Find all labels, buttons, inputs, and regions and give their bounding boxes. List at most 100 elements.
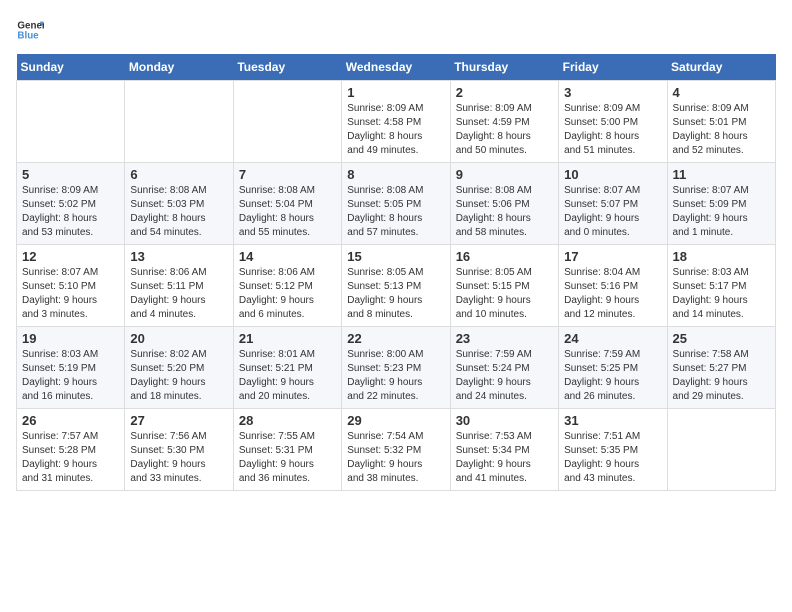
- calendar-cell: 3 Sunrise: 8:09 AM Sunset: 5:00 PM Daylig…: [559, 81, 667, 163]
- svg-text:Blue: Blue: [17, 30, 39, 41]
- day-number: 29: [347, 413, 444, 428]
- calendar-cell: 7 Sunrise: 8:08 AM Sunset: 5:04 PM Daylig…: [233, 163, 341, 245]
- weekday-header: Sunday: [17, 54, 125, 81]
- day-info: Sunrise: 8:04 AM Sunset: 5:16 PM Dayligh…: [564, 266, 661, 322]
- day-info: Sunrise: 7:58 AM Sunset: 5:27 PM Dayligh…: [673, 348, 770, 404]
- day-info: Sunrise: 8:06 AM Sunset: 5:12 PM Dayligh…: [239, 266, 336, 322]
- day-info: Sunrise: 8:01 AM Sunset: 5:21 PM Dayligh…: [239, 348, 336, 404]
- day-number: 10: [564, 167, 661, 182]
- day-number: 9: [456, 167, 553, 182]
- day-number: 1: [347, 85, 444, 100]
- weekday-header: Thursday: [450, 54, 558, 81]
- calendar-cell: 26 Sunrise: 7:57 AM Sunset: 5:28 PM Dayli…: [17, 409, 125, 491]
- weekday-header: Wednesday: [342, 54, 450, 81]
- calendar-cell: 30Sunrise: 7:53 AM Sunset: 5:34 PM Dayli…: [450, 409, 558, 491]
- day-number: 28: [239, 413, 336, 428]
- day-number: 8: [347, 167, 444, 182]
- day-number: 16: [456, 249, 553, 264]
- day-number: 11: [673, 167, 770, 182]
- day-number: 26: [22, 413, 119, 428]
- day-number: 17: [564, 249, 661, 264]
- calendar-cell: 31 Sunrise: 7:51 AM Sunset: 5:35 PM Dayli…: [559, 409, 667, 491]
- day-info: Sunrise: 8:05 AM Sunset: 5:13 PM Dayligh…: [347, 266, 444, 322]
- day-number: 19: [22, 331, 119, 346]
- day-number: 22: [347, 331, 444, 346]
- day-number: 15: [347, 249, 444, 264]
- day-number: 18: [673, 249, 770, 264]
- day-number: 14: [239, 249, 336, 264]
- day-info: Sunrise: 8:08 AM Sunset: 5:05 PM Dayligh…: [347, 184, 444, 240]
- day-info: Sunrise: 8:07 AM Sunset: 5:10 PM Dayligh…: [22, 266, 119, 322]
- calendar-cell: 4Sunrise: 8:09 AM Sunset: 5:01 PM Daylig…: [667, 81, 775, 163]
- calendar-cell: 9 Sunrise: 8:08 AM Sunset: 5:06 PM Daylig…: [450, 163, 558, 245]
- calendar-cell: [233, 81, 341, 163]
- day-number: 7: [239, 167, 336, 182]
- day-info: Sunrise: 7:53 AM Sunset: 5:34 PM Dayligh…: [456, 430, 553, 486]
- day-info: Sunrise: 8:06 AM Sunset: 5:11 PM Dayligh…: [130, 266, 227, 322]
- calendar-cell: [17, 81, 125, 163]
- logo-icon: General Blue: [16, 16, 44, 44]
- day-info: Sunrise: 7:56 AM Sunset: 5:30 PM Dayligh…: [130, 430, 227, 486]
- calendar-cell: 11Sunrise: 8:07 AM Sunset: 5:09 PM Dayli…: [667, 163, 775, 245]
- day-info: Sunrise: 8:03 AM Sunset: 5:17 PM Dayligh…: [673, 266, 770, 322]
- calendar-cell: 16 Sunrise: 8:05 AM Sunset: 5:15 PM Dayli…: [450, 245, 558, 327]
- calendar-cell: 28 Sunrise: 7:55 AM Sunset: 5:31 PM Dayli…: [233, 409, 341, 491]
- calendar-cell: 29 Sunrise: 7:54 AM Sunset: 5:32 PM Dayli…: [342, 409, 450, 491]
- day-number: 23: [456, 331, 553, 346]
- day-info: Sunrise: 8:08 AM Sunset: 5:04 PM Dayligh…: [239, 184, 336, 240]
- day-number: 13: [130, 249, 227, 264]
- calendar-cell: 8 Sunrise: 8:08 AM Sunset: 5:05 PM Daylig…: [342, 163, 450, 245]
- day-number: 20: [130, 331, 227, 346]
- calendar-cell: 17 Sunrise: 8:04 AM Sunset: 5:16 PM Dayli…: [559, 245, 667, 327]
- day-info: Sunrise: 7:59 AM Sunset: 5:25 PM Dayligh…: [564, 348, 661, 404]
- calendar-cell: 23 Sunrise: 7:59 AM Sunset: 5:24 PM Dayli…: [450, 327, 558, 409]
- day-info: Sunrise: 8:09 AM Sunset: 5:00 PM Dayligh…: [564, 102, 661, 158]
- day-info: Sunrise: 7:55 AM Sunset: 5:31 PM Dayligh…: [239, 430, 336, 486]
- day-info: Sunrise: 7:54 AM Sunset: 5:32 PM Dayligh…: [347, 430, 444, 486]
- day-number: 24: [564, 331, 661, 346]
- day-number: 21: [239, 331, 336, 346]
- calendar-cell: 20 Sunrise: 8:02 AM Sunset: 5:20 PM Dayli…: [125, 327, 233, 409]
- calendar-cell: 24 Sunrise: 7:59 AM Sunset: 5:25 PM Dayli…: [559, 327, 667, 409]
- day-info: Sunrise: 8:08 AM Sunset: 5:03 PM Dayligh…: [130, 184, 227, 240]
- day-info: Sunrise: 7:59 AM Sunset: 5:24 PM Dayligh…: [456, 348, 553, 404]
- calendar-cell: 5Sunrise: 8:09 AM Sunset: 5:02 PM Daylig…: [17, 163, 125, 245]
- day-info: Sunrise: 8:09 AM Sunset: 4:59 PM Dayligh…: [456, 102, 553, 158]
- day-info: Sunrise: 8:05 AM Sunset: 5:15 PM Dayligh…: [456, 266, 553, 322]
- day-info: Sunrise: 8:00 AM Sunset: 5:23 PM Dayligh…: [347, 348, 444, 404]
- calendar-cell: 22 Sunrise: 8:00 AM Sunset: 5:23 PM Dayli…: [342, 327, 450, 409]
- weekday-header: Saturday: [667, 54, 775, 81]
- day-number: 31: [564, 413, 661, 428]
- weekday-header: Friday: [559, 54, 667, 81]
- day-number: 12: [22, 249, 119, 264]
- calendar-cell: 19Sunrise: 8:03 AM Sunset: 5:19 PM Dayli…: [17, 327, 125, 409]
- day-info: Sunrise: 8:07 AM Sunset: 5:07 PM Dayligh…: [564, 184, 661, 240]
- calendar-cell: 15 Sunrise: 8:05 AM Sunset: 5:13 PM Dayli…: [342, 245, 450, 327]
- logo: General Blue: [16, 16, 44, 44]
- calendar-table: SundayMondayTuesdayWednesdayThursdayFrid…: [16, 54, 776, 491]
- calendar-cell: 18 Sunrise: 8:03 AM Sunset: 5:17 PM Dayli…: [667, 245, 775, 327]
- calendar-cell: 6 Sunrise: 8:08 AM Sunset: 5:03 PM Daylig…: [125, 163, 233, 245]
- day-number: 3: [564, 85, 661, 100]
- day-number: 2: [456, 85, 553, 100]
- calendar-cell: 25 Sunrise: 7:58 AM Sunset: 5:27 PM Dayli…: [667, 327, 775, 409]
- calendar-cell: [125, 81, 233, 163]
- day-number: 25: [673, 331, 770, 346]
- calendar-cell: 21 Sunrise: 8:01 AM Sunset: 5:21 PM Dayli…: [233, 327, 341, 409]
- day-info: Sunrise: 7:51 AM Sunset: 5:35 PM Dayligh…: [564, 430, 661, 486]
- day-number: 27: [130, 413, 227, 428]
- day-info: Sunrise: 8:08 AM Sunset: 5:06 PM Dayligh…: [456, 184, 553, 240]
- calendar-cell: 13 Sunrise: 8:06 AM Sunset: 5:11 PM Dayli…: [125, 245, 233, 327]
- calendar-cell: 14 Sunrise: 8:06 AM Sunset: 5:12 PM Dayli…: [233, 245, 341, 327]
- day-info: Sunrise: 7:57 AM Sunset: 5:28 PM Dayligh…: [22, 430, 119, 486]
- weekday-header: Tuesday: [233, 54, 341, 81]
- day-info: Sunrise: 8:09 AM Sunset: 4:58 PM Dayligh…: [347, 102, 444, 158]
- calendar-cell: [667, 409, 775, 491]
- calendar-cell: 12 Sunrise: 8:07 AM Sunset: 5:10 PM Dayli…: [17, 245, 125, 327]
- calendar-cell: 10 Sunrise: 8:07 AM Sunset: 5:07 PM Dayli…: [559, 163, 667, 245]
- calendar-cell: 2 Sunrise: 8:09 AM Sunset: 4:59 PM Daylig…: [450, 81, 558, 163]
- calendar-cell: 27 Sunrise: 7:56 AM Sunset: 5:30 PM Dayli…: [125, 409, 233, 491]
- calendar-cell: 1 Sunrise: 8:09 AM Sunset: 4:58 PM Daylig…: [342, 81, 450, 163]
- day-info: Sunrise: 8:02 AM Sunset: 5:20 PM Dayligh…: [130, 348, 227, 404]
- day-number: 6: [130, 167, 227, 182]
